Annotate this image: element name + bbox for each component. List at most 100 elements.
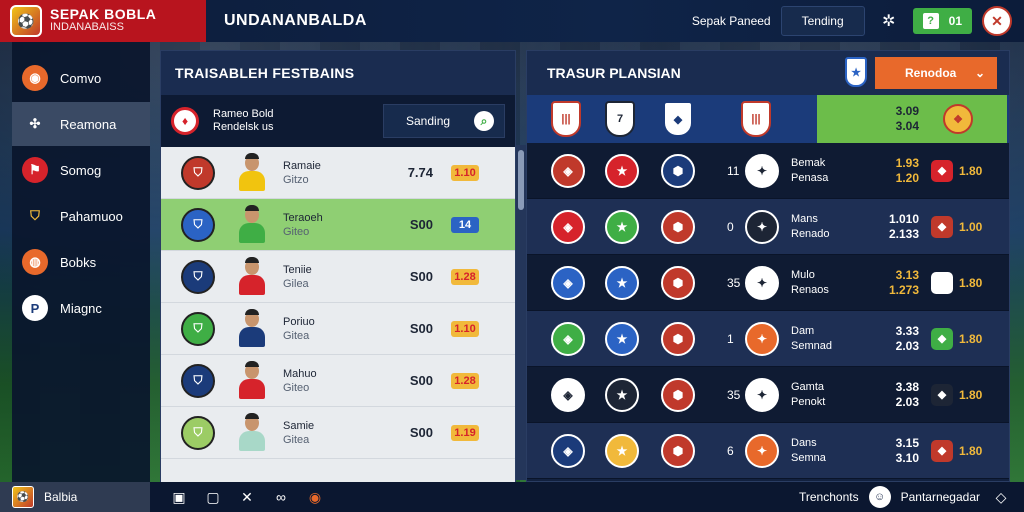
club-crest-icon[interactable]: ◈ bbox=[551, 321, 585, 356]
fixture-row[interactable]: ◈ ★ ⬢ ✦ 0 Mans Renado 1.010 2.133 ◆ 1.00 bbox=[527, 199, 1009, 255]
fixtures-panel: TRASUR PLANSIAN ★ Renodoa ⌄ ||| 7 ◆ ||| … bbox=[526, 50, 1010, 482]
fixture-name: Mans bbox=[791, 212, 818, 225]
club-crest-icon[interactable]: ◆ bbox=[663, 101, 693, 137]
fixture-stat-2: 3.10 bbox=[895, 450, 919, 465]
page-title: UNDANANBALDA bbox=[224, 12, 367, 29]
user-label[interactable]: Pantarnegadar bbox=[901, 490, 980, 504]
topbar-link[interactable]: Sepak Paneed bbox=[692, 14, 771, 28]
fixture-stat-1: 1.010 bbox=[888, 211, 919, 226]
club-crest-icon[interactable]: ★ bbox=[605, 321, 639, 356]
search-input[interactable]: Sanding ⌕ bbox=[383, 104, 505, 138]
club-crest-icon: ⛉ bbox=[181, 363, 215, 398]
sidebar-item-reamona[interactable]: ✣ Reamona bbox=[12, 102, 150, 146]
club-crest-icon[interactable]: ★ bbox=[605, 265, 639, 300]
player-sub: Gitea bbox=[283, 329, 310, 342]
club-crest-icon[interactable]: ◆ bbox=[931, 159, 953, 182]
rating-badge: 14 bbox=[451, 216, 479, 233]
fixture-row[interactable]: ◈ ★ ⬢ ✦ 35 Gamta Penokt 3.38 2.03 ◆ 1.80 bbox=[527, 367, 1009, 423]
card-icon[interactable]: ▢ bbox=[202, 486, 224, 508]
club-crest-icon[interactable]: ◆ bbox=[931, 327, 953, 350]
fixture-row[interactable]: ◈ ★ ⬢ ✦ 35 Mulo Renaos 3.13 1.273 ◆ 1.80 bbox=[527, 255, 1009, 311]
club-crest-icon[interactable]: ◈ bbox=[551, 433, 585, 468]
sidebar-item-pahamuoo[interactable]: ⛉ Pahamuoo bbox=[12, 194, 150, 238]
shield-icon[interactable]: ★ bbox=[845, 57, 867, 87]
player-row[interactable]: ⛉ Teniie Gilea S00 1.28 bbox=[161, 251, 515, 303]
fixture-sub: Penasa bbox=[791, 171, 829, 184]
club-crest-icon[interactable]: ✦ bbox=[745, 265, 779, 300]
settings-gear-icon[interactable]: ✲ bbox=[875, 7, 903, 35]
footer-link[interactable]: Trenchonts bbox=[799, 490, 859, 504]
score-button[interactable]: ? 01 bbox=[912, 8, 972, 34]
club-crest-icon[interactable]: ★ bbox=[605, 209, 639, 244]
player-name: Mahuo bbox=[283, 367, 317, 380]
club-crest-icon[interactable]: ||| bbox=[551, 101, 581, 137]
brand[interactable]: ⚽ SEPAK BOBLA INDANABAISS bbox=[0, 0, 206, 42]
user-avatar[interactable]: ✕ bbox=[982, 6, 1012, 36]
player-row[interactable]: ⛉ Mahuo Giteo S00 1.28 bbox=[161, 355, 515, 407]
tab-tending[interactable]: Tending bbox=[780, 6, 865, 36]
club-crest-icon[interactable]: ◆ bbox=[931, 271, 953, 294]
club-crest-icon[interactable]: ||| bbox=[741, 101, 771, 137]
club-crest-icon[interactable]: ✦ bbox=[745, 433, 779, 468]
link-icon[interactable]: ∞ bbox=[270, 486, 292, 508]
club-crest-icon[interactable]: ⬢ bbox=[661, 209, 695, 244]
close-icon[interactable]: ✕ bbox=[236, 486, 258, 508]
club-crest-icon[interactable]: ◆ bbox=[931, 215, 953, 238]
settings-icon[interactable]: ◇ bbox=[990, 486, 1012, 508]
club-crest-icon[interactable]: ⬢ bbox=[661, 433, 695, 468]
fixture-end-value: 1.80 bbox=[959, 387, 983, 402]
sidebar-item-bobks[interactable]: ◍ Bobks bbox=[12, 240, 150, 284]
club-crest-icon[interactable]: ⬢ bbox=[661, 265, 695, 300]
fixture-row[interactable]: ◈ ★ ⬢ ✦ 11 Bemak Penasa 1.93 1.20 ◆ 1.80 bbox=[527, 143, 1009, 199]
search-icon[interactable]: ⌕ bbox=[474, 111, 494, 131]
player-row[interactable]: ⛉ Samie Gitea S00 1.19 bbox=[161, 407, 515, 459]
sidebar-item-comvo[interactable]: ◉ Comvo bbox=[12, 56, 150, 100]
club-crest-icon[interactable]: ❖ bbox=[943, 104, 973, 134]
club-crest-icon[interactable]: ✦ bbox=[745, 153, 779, 188]
search-label: Sanding bbox=[406, 114, 451, 128]
club-crest-icon[interactable]: ◈ bbox=[551, 153, 585, 188]
sidebar-item-somog[interactable]: ⚑ Somog bbox=[12, 148, 150, 192]
scrollbar-thumb[interactable] bbox=[518, 150, 524, 210]
team-label: Balbia bbox=[44, 490, 78, 504]
club-crest-icon[interactable]: ◈ bbox=[551, 265, 585, 300]
club-crest-icon[interactable]: ★ bbox=[605, 377, 639, 412]
club-crest-icon[interactable]: ✦ bbox=[745, 377, 779, 412]
fixture-sub: Semna bbox=[791, 451, 826, 464]
club-crest-icon: ⛉ bbox=[181, 311, 215, 346]
club-crest-icon[interactable]: ⬢ bbox=[661, 321, 695, 356]
player-portrait-icon bbox=[237, 152, 267, 193]
player-value: S00 bbox=[409, 321, 433, 336]
club-crest-icon[interactable]: ⬢ bbox=[661, 377, 695, 412]
fixture-stat-2: 1.20 bbox=[895, 170, 919, 185]
club-crest-icon[interactable]: ◈ bbox=[551, 209, 585, 244]
screen-icon[interactable]: ▣ bbox=[168, 486, 190, 508]
player-row[interactable]: ⛉ Teraoeh Giteo S00 14 bbox=[161, 199, 515, 251]
fixture-stat-1: 1.93 bbox=[895, 155, 919, 170]
player-sub: Giteo bbox=[283, 381, 310, 394]
club-crest-icon[interactable]: ◆ bbox=[931, 383, 953, 406]
filter-dropdown[interactable]: Renodoa ⌄ bbox=[875, 57, 997, 89]
user-icon[interactable]: ☺ bbox=[868, 486, 891, 508]
team-selector[interactable]: ⚽ Balbia bbox=[0, 482, 150, 512]
club-crest-icon[interactable]: ✦ bbox=[745, 321, 779, 356]
fixture-number: 35 bbox=[727, 275, 741, 290]
fixture-row[interactable]: ◈ ★ ⬢ ✦ 6 Dans Semna 3.15 3.10 ◆ 1.80 bbox=[527, 423, 1009, 479]
club-badge-icon[interactable]: ◉ bbox=[304, 486, 326, 508]
player-row[interactable]: ⛉ Poriuo Gitea S00 1.10 bbox=[161, 303, 515, 355]
fixture-row[interactable]: ◈ ★ ⬢ ✦ 1 Dam Semnad 3.33 2.03 ◆ 1.80 bbox=[527, 311, 1009, 367]
fixture-stat-2: 1.273 bbox=[888, 282, 919, 297]
club-crest-icon[interactable]: ⬢ bbox=[661, 153, 695, 188]
club-crest-icon[interactable]: ◈ bbox=[551, 377, 585, 412]
player-row[interactable]: ⛉ Ramaie Gitzo 7.74 1.10 bbox=[161, 147, 515, 199]
club-crest-icon[interactable]: ★ bbox=[605, 153, 639, 188]
fixture-name: Dam bbox=[791, 324, 815, 337]
sidebar-item-miagnc[interactable]: P Miagnc bbox=[12, 286, 150, 330]
club-crest-icon[interactable]: ◆ bbox=[931, 439, 953, 462]
club-crest-icon[interactable]: ✦ bbox=[745, 209, 779, 244]
club-crest-icon[interactable]: ★ bbox=[605, 433, 639, 468]
rating-badge: 1.10 bbox=[451, 164, 479, 181]
fixture-end-value: 1.80 bbox=[959, 443, 983, 458]
fixture-name: Gamta bbox=[791, 380, 825, 393]
club-crest-icon[interactable]: 7 bbox=[605, 101, 635, 137]
